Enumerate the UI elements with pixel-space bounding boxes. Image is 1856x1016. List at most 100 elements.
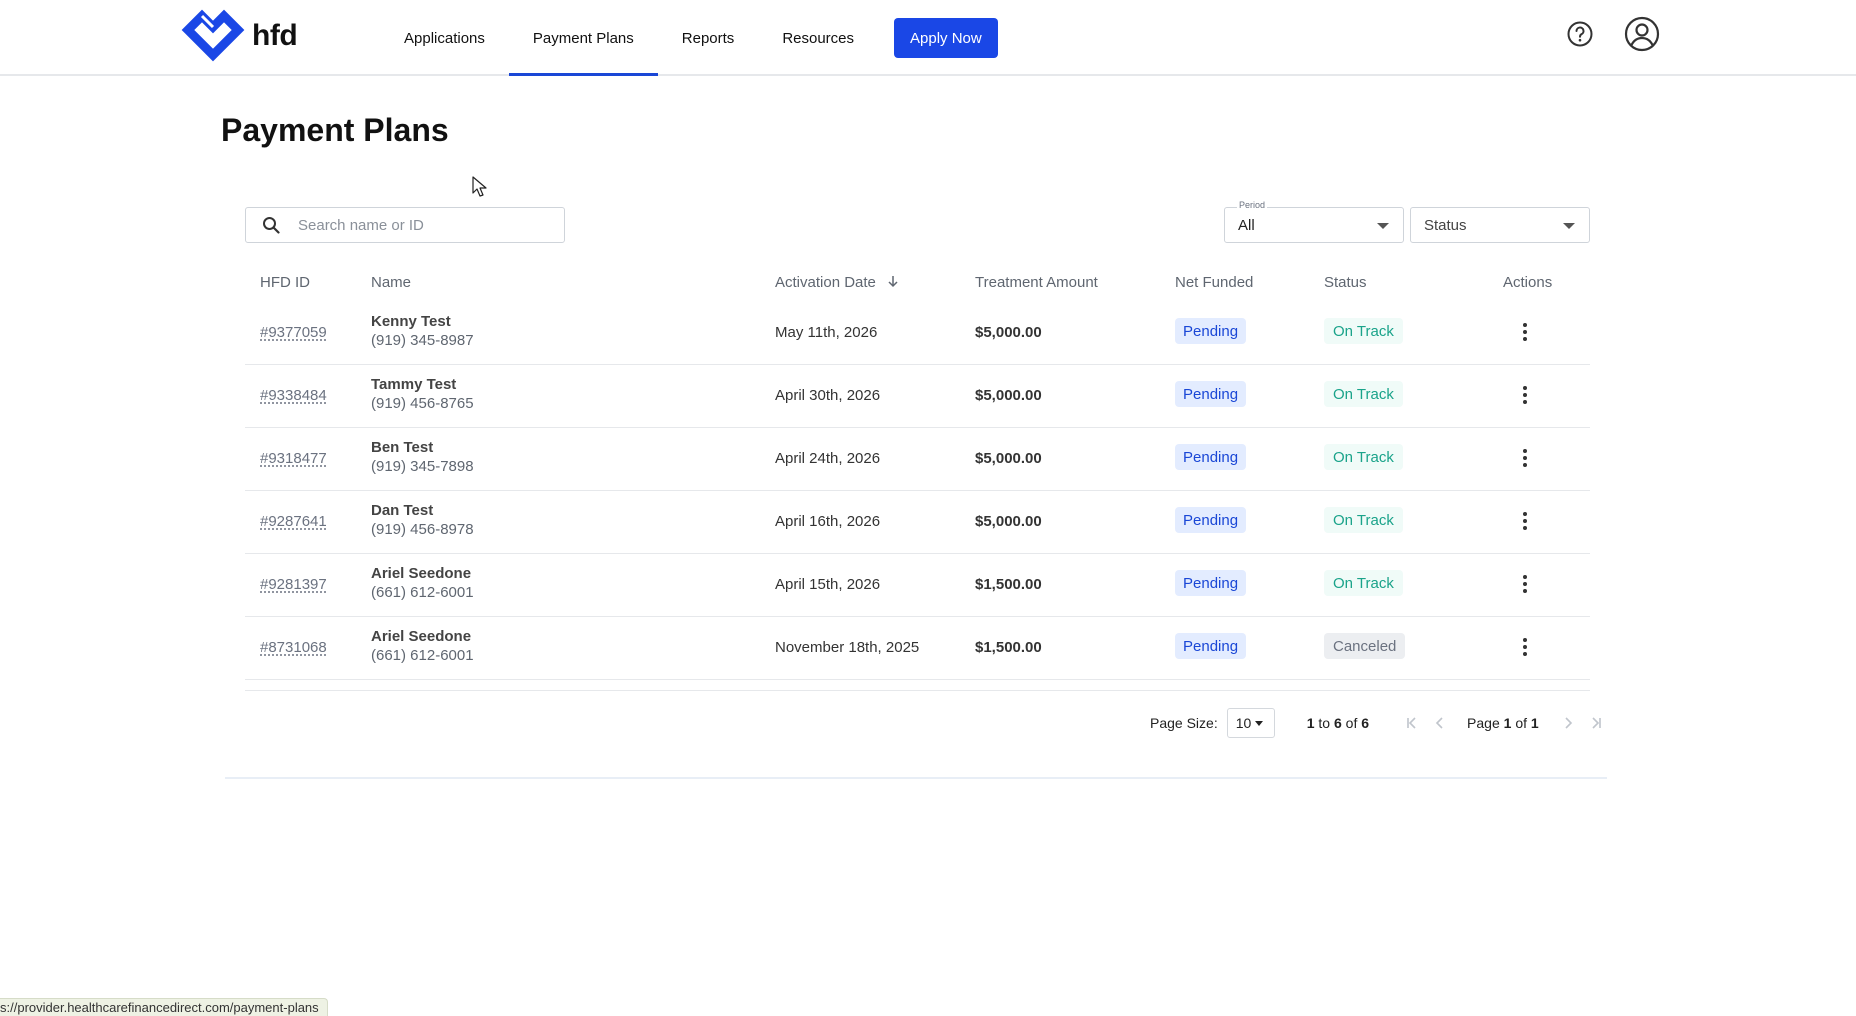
first-page-icon[interactable] — [1403, 716, 1421, 730]
net-funded-badge: Pending — [1175, 633, 1247, 659]
help-circle-icon[interactable] — [1566, 20, 1594, 48]
last-page-icon[interactable] — [1587, 716, 1605, 730]
page-size-value: 10 — [1235, 715, 1252, 731]
patient-phone: (661) 612-6001 — [371, 584, 474, 601]
nav-applications[interactable]: Applications — [380, 0, 509, 76]
nav-reports[interactable]: Reports — [658, 0, 759, 76]
apply-now-button[interactable]: Apply Now — [894, 18, 998, 58]
page-indicator: Page 1 of 1 — [1467, 715, 1539, 731]
patient-phone: (919) 345-8987 — [371, 332, 474, 349]
hfd-id-link[interactable]: #9281397 — [260, 576, 327, 593]
hfd-id-link[interactable]: #9318477 — [260, 450, 327, 467]
column-net-funded[interactable]: Net Funded — [1175, 274, 1253, 291]
more-actions-icon[interactable] — [1513, 383, 1537, 407]
net-funded-badge: Pending — [1175, 444, 1247, 470]
content-bottom-divider — [225, 777, 1607, 779]
more-actions-icon[interactable] — [1513, 320, 1537, 344]
column-name[interactable]: Name — [371, 274, 411, 291]
nav-payment-plans[interactable]: Payment Plans — [508, 0, 658, 76]
page-title: Payment Plans — [221, 112, 449, 148]
more-actions-icon[interactable] — [1513, 509, 1537, 533]
search-field[interactable] — [245, 207, 565, 243]
treatment-amount: $1,500.00 — [975, 639, 1042, 656]
patient-name: Ariel Seedone — [371, 565, 472, 582]
hfd-id-link[interactable]: #9338484 — [260, 387, 327, 404]
previous-page-icon[interactable] — [1431, 716, 1449, 730]
mouse-cursor-icon — [472, 176, 487, 197]
patient-name-cell: Ariel Seedone (661) 612-6001 — [371, 627, 474, 665]
page-current: 1 — [1503, 715, 1512, 731]
chevron-down-icon — [1377, 223, 1389, 229]
range-to: 6 — [1333, 715, 1342, 731]
patient-name-cell: Kenny Test (919) 345-8987 — [371, 312, 474, 350]
search-input[interactable] — [298, 216, 538, 234]
chevron-down-icon — [1255, 720, 1264, 726]
period-value: All — [1238, 216, 1255, 234]
range-to-word: to — [1318, 715, 1331, 731]
page-total: 1 — [1530, 715, 1539, 731]
hfd-logo[interactable]: hfd — [180, 8, 298, 64]
table-header: HFD ID Name Activation Date Treatment Am… — [245, 262, 1590, 302]
column-actions: Actions — [1503, 274, 1553, 291]
activation-date: April 24th, 2026 — [775, 450, 881, 467]
hfd-id-link[interactable]: #8731068 — [260, 639, 327, 656]
page-nav: Page 1 of 1 — [1403, 715, 1605, 731]
sort-arrow-down-icon — [888, 276, 898, 288]
next-page-icon[interactable] — [1559, 716, 1577, 730]
more-actions-icon[interactable] — [1513, 446, 1537, 470]
column-activation-date[interactable]: Activation Date — [775, 274, 900, 291]
activation-date: April 15th, 2026 — [775, 576, 881, 593]
patient-phone: (919) 456-8765 — [371, 395, 474, 412]
status-badge: On Track — [1324, 381, 1403, 407]
pagination-bar: Page Size: 10 1 to 6 of 6 Page 1 of 1 — [1150, 708, 1605, 738]
hfd-id-link[interactable]: #9287641 — [260, 513, 327, 530]
net-funded-badge: Pending — [1175, 381, 1247, 407]
user-circle-icon[interactable] — [1624, 16, 1660, 52]
status-badge: On Track — [1324, 318, 1403, 344]
page-of-word: of — [1515, 715, 1528, 731]
hfd-id-link[interactable]: #9377059 — [260, 324, 327, 341]
search-icon — [263, 217, 280, 234]
treatment-amount: $5,000.00 — [975, 450, 1042, 467]
status-badge: Canceled — [1324, 633, 1406, 659]
column-treatment-amount[interactable]: Treatment Amount — [975, 274, 1098, 291]
column-activation-date-label: Activation Date — [775, 274, 876, 291]
main-nav: Applications Payment Plans Reports Resou… — [380, 0, 998, 76]
status-badge: On Track — [1324, 444, 1403, 470]
net-funded-badge: Pending — [1175, 570, 1247, 596]
status-badge: On Track — [1324, 507, 1403, 533]
column-status[interactable]: Status — [1324, 274, 1367, 291]
page-size-select[interactable]: 10 — [1226, 708, 1275, 738]
range-of-word: of — [1345, 715, 1358, 731]
patient-name-cell: Tammy Test (919) 456-8765 — [371, 375, 474, 413]
more-actions-icon[interactable] — [1513, 635, 1537, 659]
payment-plans-table: HFD ID Name Activation Date Treatment Am… — [245, 262, 1590, 680]
column-hfd-id[interactable]: HFD ID — [260, 274, 310, 291]
row-range-summary: 1 to 6 of 6 — [1307, 715, 1369, 731]
activation-date: November 18th, 2025 — [775, 639, 920, 656]
nav-resources[interactable]: Resources — [758, 0, 878, 76]
patient-name-cell: Ariel Seedone (661) 612-6001 — [371, 564, 474, 602]
activation-date: April 30th, 2026 — [775, 387, 881, 404]
status-select[interactable]: Status — [1410, 207, 1590, 243]
status-placeholder: Status — [1424, 216, 1467, 234]
patient-phone: (919) 345-7898 — [371, 458, 474, 475]
activation-date: May 11th, 2026 — [775, 324, 878, 341]
patient-name: Tammy Test — [371, 376, 457, 393]
table-row: #9281397 Ariel Seedone (661) 612-6001 Ap… — [245, 554, 1590, 617]
page-word: Page — [1467, 715, 1500, 731]
patient-name: Kenny Test — [371, 313, 451, 330]
table-row: #9318477 Ben Test (919) 345-7898 April 2… — [245, 428, 1590, 491]
table-row: #9377059 Kenny Test (919) 345-8987 May 1… — [245, 302, 1590, 365]
activation-date: April 16th, 2026 — [775, 513, 881, 530]
range-total: 6 — [1361, 715, 1370, 731]
hfd-logo-mark-icon — [181, 9, 245, 62]
net-funded-badge: Pending — [1175, 507, 1247, 533]
table-row: #9287641 Dan Test (919) 456-8978 April 1… — [245, 491, 1590, 554]
patient-name: Dan Test — [371, 502, 434, 519]
patient-name-cell: Dan Test (919) 456-8978 — [371, 501, 474, 539]
top-navigation-bar: hfd Applications Payment Plans Reports R… — [0, 0, 1856, 76]
period-select[interactable]: Period All — [1224, 200, 1404, 243]
more-actions-icon[interactable] — [1513, 572, 1537, 596]
table-row: #8731068 Ariel Seedone (661) 612-6001 No… — [245, 617, 1590, 680]
